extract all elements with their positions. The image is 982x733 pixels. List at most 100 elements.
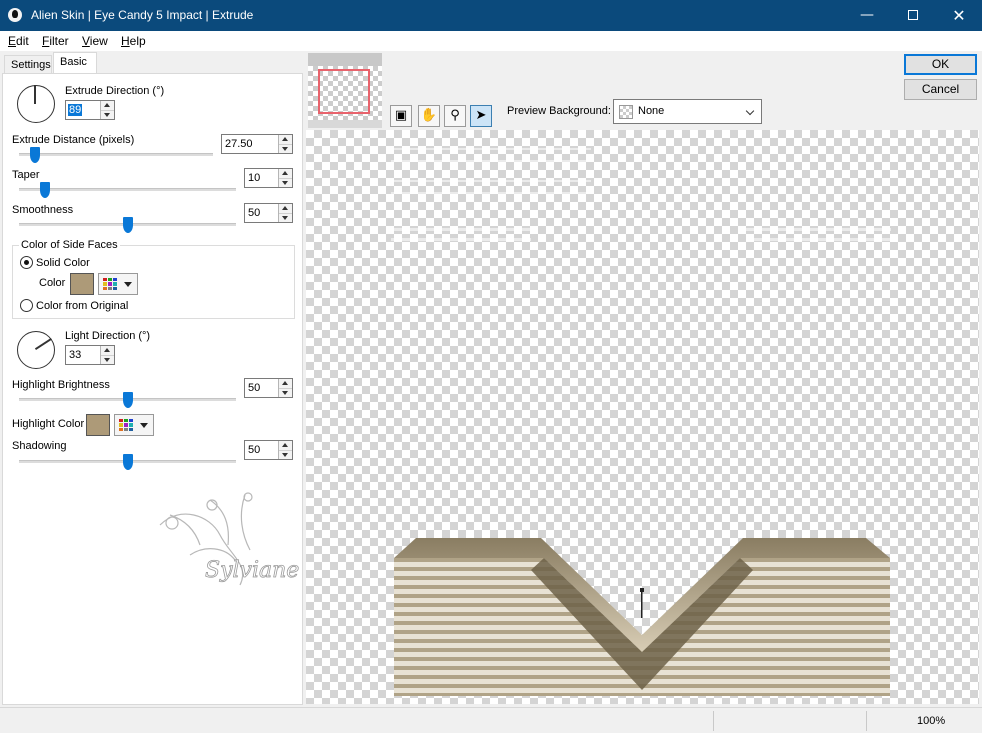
cancel-button[interactable]: Cancel bbox=[904, 79, 977, 100]
spin-up-icon[interactable] bbox=[101, 101, 114, 110]
highlight-color-picker[interactable] bbox=[114, 414, 154, 436]
tab-settings[interactable]: Settings bbox=[4, 55, 52, 75]
extrude-distance-value[interactable]: 27.50 bbox=[225, 138, 253, 150]
preview-canvas[interactable] bbox=[306, 130, 979, 704]
title-bar: Alien Skin | Eye Candy 5 Impact | Extrud… bbox=[0, 0, 982, 31]
taper-spinner[interactable]: 10 bbox=[244, 168, 293, 188]
taper-arrows[interactable] bbox=[278, 169, 292, 187]
light-direction-hand bbox=[35, 338, 52, 350]
extrude-preview-image bbox=[391, 148, 891, 696]
taper-label: Taper bbox=[12, 169, 40, 181]
highlight-brightness-value[interactable]: 50 bbox=[248, 382, 260, 394]
spin-up-icon[interactable] bbox=[101, 346, 114, 355]
extrude-direction-arrows[interactable] bbox=[100, 101, 114, 119]
extrude-direction-value[interactable]: 89 bbox=[68, 104, 83, 116]
spin-up-icon[interactable] bbox=[279, 169, 292, 178]
extrude-direction-dial[interactable] bbox=[17, 85, 55, 123]
side-color-swatch[interactable] bbox=[70, 273, 94, 295]
side-color-label: Color bbox=[39, 277, 66, 289]
watermark-text: Sylviane bbox=[205, 558, 299, 583]
status-bar: 100% bbox=[0, 707, 982, 733]
smoothness-arrows[interactable] bbox=[278, 204, 292, 222]
tab-basic[interactable]: Basic bbox=[53, 52, 97, 74]
menu-view[interactable]: View bbox=[82, 34, 108, 48]
color-grid-icon bbox=[119, 419, 133, 431]
maximize-icon bbox=[908, 10, 918, 20]
highlight-color-swatch[interactable] bbox=[86, 414, 110, 436]
extrude-distance-track[interactable] bbox=[19, 153, 213, 156]
status-separator bbox=[713, 711, 714, 731]
shadowing-spinner[interactable]: 50 bbox=[244, 440, 293, 460]
highlight-brightness-spinner[interactable]: 50 bbox=[244, 378, 293, 398]
light-direction-spinner[interactable]: 33 bbox=[65, 345, 115, 365]
taper-value[interactable]: 10 bbox=[248, 172, 260, 184]
spin-up-icon[interactable] bbox=[279, 135, 292, 144]
color-grid-icon bbox=[103, 278, 117, 290]
preview-swap-icon[interactable]: ▣ bbox=[390, 105, 412, 127]
solid-color-label[interactable]: Solid Color bbox=[36, 257, 90, 269]
extrude-distance-arrows[interactable] bbox=[278, 135, 292, 153]
highlight-brightness-label: Highlight Brightness bbox=[12, 379, 110, 391]
spin-down-icon[interactable] bbox=[101, 355, 114, 364]
side-faces-group-title: Color of Side Faces bbox=[19, 239, 120, 251]
smoothness-value[interactable]: 50 bbox=[248, 207, 260, 219]
light-direction-label: Light Direction (°) bbox=[65, 330, 151, 342]
chevron-down-icon bbox=[140, 423, 148, 428]
light-direction-dial[interactable] bbox=[17, 331, 55, 369]
side-color-picker[interactable] bbox=[98, 273, 138, 295]
chevron-down-icon bbox=[745, 106, 755, 116]
menu-edit[interactable]: Edit bbox=[8, 34, 29, 48]
hand-icon[interactable]: ✋ bbox=[418, 105, 440, 127]
extrude-direction-label: Extrude Direction (°) bbox=[65, 85, 165, 97]
extrude-direction-spinner[interactable]: 89 bbox=[65, 100, 115, 120]
menu-help[interactable]: Help bbox=[121, 34, 146, 48]
spin-down-icon[interactable] bbox=[279, 213, 292, 222]
spin-down-icon[interactable] bbox=[279, 144, 292, 153]
navigator-thumbnail[interactable] bbox=[308, 53, 382, 128]
window-title: Alien Skin | Eye Candy 5 Impact | Extrud… bbox=[31, 8, 254, 22]
solid-color-radio[interactable] bbox=[20, 256, 33, 269]
extrude-distance-spinner[interactable]: 27.50 bbox=[221, 134, 293, 154]
color-from-original-radio[interactable] bbox=[20, 299, 33, 312]
highlight-color-label: Highlight Color bbox=[12, 418, 85, 430]
shadowing-slider[interactable] bbox=[122, 454, 133, 470]
spin-down-icon[interactable] bbox=[279, 178, 292, 187]
menu-filter[interactable]: Filter bbox=[42, 34, 69, 48]
taper-track[interactable] bbox=[19, 188, 236, 191]
preview-background-dropdown[interactable]: None bbox=[613, 99, 762, 124]
checkerboard-icon bbox=[619, 105, 633, 119]
shadowing-label: Shadowing bbox=[12, 440, 67, 452]
arrow-pointer-icon[interactable]: ➤ bbox=[470, 105, 492, 127]
light-direction-arrows[interactable] bbox=[100, 346, 114, 364]
chevron-down-icon bbox=[124, 282, 132, 287]
shadowing-value[interactable]: 50 bbox=[248, 444, 260, 456]
ok-button[interactable]: OK bbox=[904, 54, 977, 75]
spin-down-icon[interactable] bbox=[279, 388, 292, 397]
app-icon[interactable] bbox=[8, 8, 22, 22]
smoothness-slider[interactable] bbox=[122, 217, 133, 233]
taper-slider[interactable] bbox=[40, 182, 51, 198]
light-direction-value[interactable]: 33 bbox=[69, 349, 81, 361]
extrude-direction-hand bbox=[34, 85, 36, 104]
close-button[interactable]: ✕ bbox=[936, 0, 982, 31]
spin-up-icon[interactable] bbox=[279, 204, 292, 213]
smoothness-spinner[interactable]: 50 bbox=[244, 203, 293, 223]
smoothness-label: Smoothness bbox=[12, 204, 74, 216]
status-separator bbox=[866, 711, 867, 731]
highlight-brightness-slider[interactable] bbox=[122, 392, 133, 408]
shadowing-arrows[interactable] bbox=[278, 441, 292, 459]
extrude-distance-slider[interactable] bbox=[29, 147, 40, 163]
highlight-brightness-arrows[interactable] bbox=[278, 379, 292, 397]
spin-up-icon[interactable] bbox=[279, 379, 292, 388]
spin-up-icon[interactable] bbox=[279, 441, 292, 450]
preview-background-label: Preview Background: bbox=[507, 105, 611, 117]
zoom-level: 100% bbox=[917, 715, 946, 727]
spin-down-icon[interactable] bbox=[101, 110, 114, 119]
color-from-original-label[interactable]: Color from Original bbox=[36, 300, 128, 312]
maximize-button[interactable] bbox=[890, 0, 936, 31]
navigator-viewport-rect[interactable] bbox=[318, 69, 370, 114]
minimize-button[interactable]: — bbox=[844, 0, 890, 31]
spin-down-icon[interactable] bbox=[279, 450, 292, 459]
preview-background-value: None bbox=[638, 105, 665, 117]
zoom-icon[interactable]: ⚲ bbox=[444, 105, 466, 127]
